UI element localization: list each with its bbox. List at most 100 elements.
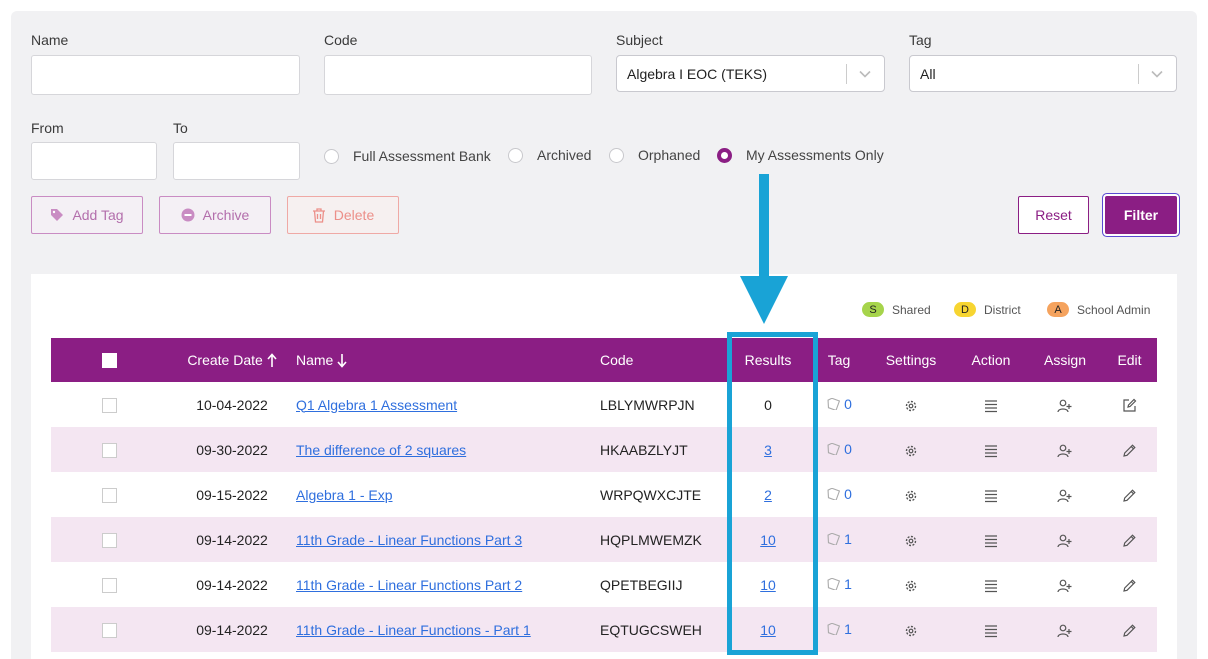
list-icon[interactable] — [984, 489, 998, 503]
list-icon[interactable] — [984, 399, 998, 413]
tag-value: All — [920, 66, 936, 82]
row-select-cell — [51, 472, 168, 517]
arrow-up-icon — [267, 353, 277, 368]
tag-count-link[interactable]: 1 — [826, 621, 852, 637]
add-user-icon[interactable] — [1057, 579, 1073, 593]
radio-orphaned[interactable]: Orphaned — [609, 147, 700, 163]
add-tag-label: Add Tag — [72, 207, 124, 223]
reset-button[interactable]: Reset — [1018, 196, 1089, 234]
tag-outline-icon — [827, 623, 841, 635]
row-checkbox[interactable] — [102, 532, 117, 548]
assessment-name-link[interactable]: Algebra 1 - Exp — [296, 487, 393, 503]
pencil-icon[interactable] — [1122, 443, 1137, 458]
radio-my-assessments-only[interactable]: My Assessments Only — [717, 147, 884, 163]
add-user-icon[interactable] — [1057, 489, 1073, 503]
row-checkbox[interactable] — [102, 487, 117, 503]
tag-count-link[interactable]: 0 — [826, 486, 852, 502]
tag-cell[interactable]: 1 — [810, 562, 868, 607]
assessment-code: WRPQWXCJTE — [600, 486, 702, 503]
tag-count-link[interactable]: 1 — [826, 576, 852, 592]
results-header: Results — [744, 352, 792, 368]
pencil-icon[interactable] — [1122, 488, 1137, 503]
gear-icon[interactable] — [904, 624, 918, 638]
assessment-code: EQTUGCSWEH — [600, 621, 702, 638]
assessment-name-cell: The difference of 2 squares — [296, 427, 600, 472]
action-cell — [954, 517, 1028, 562]
select-separator — [1138, 64, 1139, 84]
assign-cell — [1028, 472, 1102, 517]
archive-button[interactable]: Archive — [159, 196, 271, 234]
results-link[interactable]: 10 — [760, 622, 776, 638]
filter-button[interactable]: Filter — [1105, 196, 1177, 234]
radio-circle[interactable] — [508, 147, 523, 163]
gear-icon[interactable] — [904, 489, 918, 503]
results-link[interactable]: 10 — [760, 532, 776, 548]
tag-count-link[interactable]: 1 — [826, 531, 852, 547]
tag-count-link[interactable]: 0 — [826, 396, 852, 412]
gear-icon[interactable] — [904, 534, 918, 548]
action-cell — [954, 607, 1028, 652]
subject-select[interactable]: Algebra I EOC (TEKS) — [616, 55, 885, 92]
tag-count: 0 — [844, 486, 852, 502]
create-date: 09-14-2022 — [196, 576, 268, 593]
assessment-name-link[interactable]: 11th Grade - Linear Functions Part 3 — [296, 532, 522, 548]
tag-cell[interactable]: 0 — [810, 472, 868, 517]
tag-header: Tag — [827, 352, 851, 368]
gear-icon[interactable] — [904, 444, 918, 458]
tag-icon — [51, 209, 64, 221]
pencil-icon[interactable] — [1122, 578, 1137, 593]
assessment-name-link[interactable]: 11th Grade - Linear Functions Part 2 — [296, 577, 522, 593]
assessment-name-link[interactable]: 11th Grade - Linear Functions - Part 1 — [296, 622, 531, 638]
results-cell: 10 — [726, 607, 810, 652]
add-user-icon[interactable] — [1057, 399, 1073, 413]
settings-cell — [868, 472, 954, 517]
list-icon[interactable] — [984, 579, 998, 593]
radio-archived[interactable]: Archived — [508, 147, 591, 163]
settings-cell — [868, 427, 954, 472]
assessment-name-link[interactable]: The difference of 2 squares — [296, 442, 466, 458]
gear-icon[interactable] — [904, 399, 918, 413]
pencil-icon[interactable] — [1122, 533, 1137, 548]
radio-circle[interactable] — [609, 147, 624, 163]
row-checkbox[interactable] — [102, 397, 117, 413]
minus-circle-icon — [181, 208, 195, 222]
tag-select[interactable]: All — [909, 55, 1177, 92]
add-tag-button[interactable]: Add Tag — [31, 196, 143, 234]
results-link[interactable]: 3 — [764, 442, 772, 458]
tag-cell[interactable]: 0 — [810, 427, 868, 472]
radio-circle-selected[interactable] — [717, 147, 732, 163]
tag-cell[interactable]: 1 — [810, 607, 868, 652]
code-input[interactable] — [324, 55, 592, 95]
row-checkbox[interactable] — [102, 577, 117, 593]
delete-button[interactable]: Delete — [287, 196, 399, 234]
edit-square-icon[interactable] — [1122, 398, 1137, 413]
row-checkbox[interactable] — [102, 622, 117, 638]
tag-cell[interactable]: 1 — [810, 517, 868, 562]
results-link[interactable]: 2 — [764, 487, 772, 503]
add-user-icon[interactable] — [1057, 444, 1073, 458]
tag-cell[interactable]: 0 — [810, 382, 868, 427]
list-icon[interactable] — [984, 624, 998, 638]
code-header: Code — [600, 352, 634, 368]
to-date-input[interactable] — [173, 142, 300, 180]
list-icon[interactable] — [984, 534, 998, 548]
from-date-input[interactable] — [31, 142, 157, 180]
select-all-cell — [51, 338, 168, 382]
assessment-name-link[interactable]: Q1 Algebra 1 Assessment — [296, 397, 457, 413]
pencil-icon[interactable] — [1122, 623, 1137, 638]
name-input[interactable] — [31, 55, 300, 95]
list-icon[interactable] — [984, 444, 998, 458]
sort-create-date[interactable]: Create Date — [168, 338, 296, 382]
tag-count-link[interactable]: 0 — [826, 441, 852, 457]
add-user-icon[interactable] — [1057, 624, 1073, 638]
select-all-checkbox[interactable] — [102, 353, 117, 369]
results-link[interactable]: 10 — [760, 577, 776, 593]
add-user-icon[interactable] — [1057, 534, 1073, 548]
row-checkbox[interactable] — [102, 442, 117, 458]
gear-icon[interactable] — [904, 579, 918, 593]
radio-circle[interactable] — [324, 148, 339, 164]
assessment-code: QPETBEGIIJ — [600, 576, 683, 593]
radio-full-assessment-bank[interactable]: Full Assessment Bank — [324, 148, 491, 164]
sort-name[interactable]: Name — [296, 338, 600, 382]
action-cell — [954, 427, 1028, 472]
